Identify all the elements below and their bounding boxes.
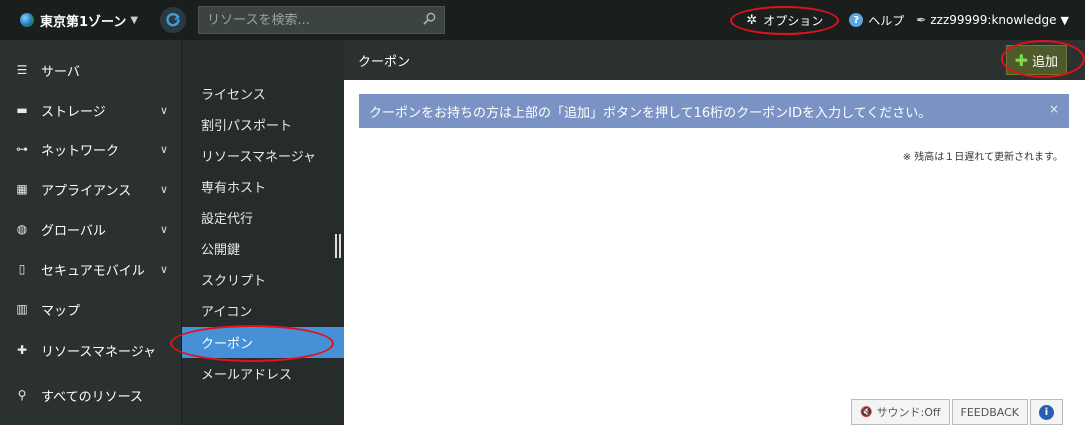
globe-icon: ◍ (16, 222, 28, 236)
sidebar-item-appliance[interactable]: ▦ アプライアンス ∨ (0, 169, 181, 209)
submenu-item-label: 専有ホスト (201, 181, 267, 196)
sidebar-item-label: ネットワーク (41, 143, 120, 159)
submenu-item-label: 割引パスポート (201, 119, 293, 134)
alert-text: クーポンをお持ちの方は上部の「追加」ボタンを押して16桁のクーポンIDを入力して… (369, 105, 932, 121)
submenu-item-public-key[interactable]: 公開鍵 (182, 233, 345, 264)
add-label: 追加 (1031, 54, 1058, 70)
help-link[interactable]: ? ヘルプ (849, 12, 904, 29)
submenu-item-license[interactable]: ライセンス (182, 78, 345, 109)
submenu-item-label: アイコン (201, 305, 253, 320)
sidebar-item-label: リソースマネージャ (41, 344, 157, 360)
topbar-right: ✲ オプション ? ヘルプ ✒ zzz99999:knowledge ▼ (730, 0, 1069, 40)
submenu-item-label: ライセンス (201, 88, 266, 103)
sidebar-item-label: マップ (41, 303, 81, 319)
sidebar-item-server[interactable]: ☰ サーバ (0, 50, 181, 90)
submenu-item-label: リソースマネージャ (201, 150, 317, 165)
submenu-item-icon[interactable]: アイコン (182, 295, 345, 326)
feedback-button[interactable]: FEEDBACK (951, 399, 1028, 425)
search-input[interactable] (207, 12, 424, 28)
sidebar-item-global[interactable]: ◍ グローバル ∨ (0, 209, 181, 249)
sidebar-item-map[interactable]: ▥ マップ (0, 289, 181, 329)
submenu-item-label: 設定代行 (201, 212, 254, 227)
sound-toggle-button[interactable]: 🔇 サウンド:Off (851, 399, 950, 425)
chevron-down-icon: ∨ (159, 142, 168, 156)
content-area: クーポンをお持ちの方は上部の「追加」ボタンを押して16桁のクーポンIDを入力して… (344, 80, 1085, 425)
sound-label: サウンド:Off (876, 406, 941, 419)
caret-down-icon: ▼ (1060, 13, 1069, 27)
server-icon: ☰ (16, 63, 28, 77)
submenu-item-label: スクリプト (201, 274, 267, 289)
refresh-button[interactable] (160, 7, 187, 33)
mobile-icon: ▯ (18, 262, 26, 276)
sidebar-item-label: すべてのリソース (41, 389, 143, 405)
sidebar: ☰ サーバ ▬ ストレージ ∨ ⊶ ネットワーク ∨ ▦ アプライアンス ∨ ◍… (0, 40, 181, 425)
feather-icon: ✒ (916, 13, 927, 27)
help-icon: ? (849, 13, 864, 27)
top-bar: 東京第1ゾーン ▼ ✲ オプション ? ヘルプ ✒ zzz99999:knowl… (0, 0, 1085, 40)
globe-icon (20, 13, 34, 27)
option-label: オプション (763, 13, 824, 28)
search-icon: ⚲ (17, 388, 27, 402)
search-icon[interactable] (423, 12, 436, 29)
user-menu[interactable]: ✒ zzz99999:knowledge ▼ (916, 13, 1069, 27)
sidebar-item-resource-manager[interactable]: ✚ リソースマネージャ (0, 330, 181, 370)
speaker-muted-icon: 🔇 (860, 406, 873, 418)
help-label: ヘルプ (868, 13, 905, 28)
balance-note: ※ 残高は１日遅れて更新されます。 (902, 152, 1063, 163)
sidebar-item-label: アプライアンス (41, 183, 132, 199)
sidebar-item-label: サーバ (41, 64, 80, 80)
sidebar-item-label: ストレージ (41, 104, 106, 120)
grid-icon: ▦ (16, 182, 28, 196)
feedback-label: FEEDBACK (960, 405, 1019, 419)
submenu-item-script[interactable]: スクリプト (182, 264, 345, 295)
chevron-down-icon: ∨ (159, 262, 168, 276)
sidebar-item-network[interactable]: ⊶ ネットワーク ∨ (0, 129, 181, 169)
sidebar-item-storage[interactable]: ▬ ストレージ ∨ (0, 90, 181, 130)
caret-down-icon: ▼ (130, 14, 139, 26)
sidebar-item-all-resources[interactable]: ⚲ すべてのリソース (0, 375, 181, 415)
submenu-item-label: クーポン (201, 337, 254, 352)
refresh-icon (166, 13, 180, 27)
chevron-down-icon: ∨ (159, 182, 168, 196)
resize-handle[interactable] (335, 234, 341, 258)
chevron-down-icon: ∨ (159, 222, 168, 236)
info-button[interactable]: i (1030, 399, 1063, 425)
sidebar-item-label: セキュアモバイル (41, 263, 145, 279)
gear-icon: ✲ (746, 12, 758, 28)
submenu-item-email-address[interactable]: メールアドレス (182, 358, 345, 389)
zone-label: 東京第1ゾーン (40, 14, 127, 30)
option-button[interactable]: ✲ オプション (730, 5, 840, 35)
sidebar-item-secure-mobile[interactable]: ▯ セキュアモバイル ∨ (0, 249, 181, 289)
search-box (198, 6, 446, 34)
submenu-item-label: 公開鍵 (201, 243, 241, 258)
info-alert: クーポンをお持ちの方は上部の「追加」ボタンを押して16桁のクーポンIDを入力して… (359, 94, 1069, 128)
page-title: クーポン (358, 54, 411, 70)
user-label: zzz99999:knowledge (930, 13, 1057, 27)
add-button[interactable]: ✚ 追加 (1005, 45, 1067, 75)
storage-icon: ▬ (16, 103, 28, 117)
puzzle-icon: ✚ (16, 343, 28, 357)
submenu: ライセンス 割引パスポート リソースマネージャ 専有ホスト 設定代行 公開鍵 ス… (170, 40, 345, 425)
plus-icon: ✚ (1014, 50, 1028, 70)
map-icon: ▥ (16, 302, 28, 316)
footer-buttons: 🔇 サウンド:Off FEEDBACK i (849, 399, 1063, 425)
info-icon: i (1039, 404, 1054, 420)
submenu-item-coupon[interactable]: クーポン (170, 325, 345, 362)
main-header: クーポン ✚ 追加 (344, 40, 1085, 80)
zone-selector[interactable]: 東京第1ゾーン ▼ (20, 11, 138, 30)
chevron-down-icon: ∨ (159, 103, 168, 117)
submenu-item-setup-service[interactable]: 設定代行 (182, 202, 345, 233)
sidebar-item-label: グローバル (41, 223, 106, 239)
submenu-item-resource-manager[interactable]: リソースマネージャ (182, 140, 345, 171)
network-icon: ⊶ (16, 142, 28, 156)
submenu-item-dedicated-host[interactable]: 専有ホスト (182, 171, 345, 202)
close-icon[interactable]: × (1049, 102, 1059, 116)
submenu-item-discount-passport[interactable]: 割引パスポート (182, 109, 345, 140)
submenu-item-label: メールアドレス (201, 368, 293, 383)
